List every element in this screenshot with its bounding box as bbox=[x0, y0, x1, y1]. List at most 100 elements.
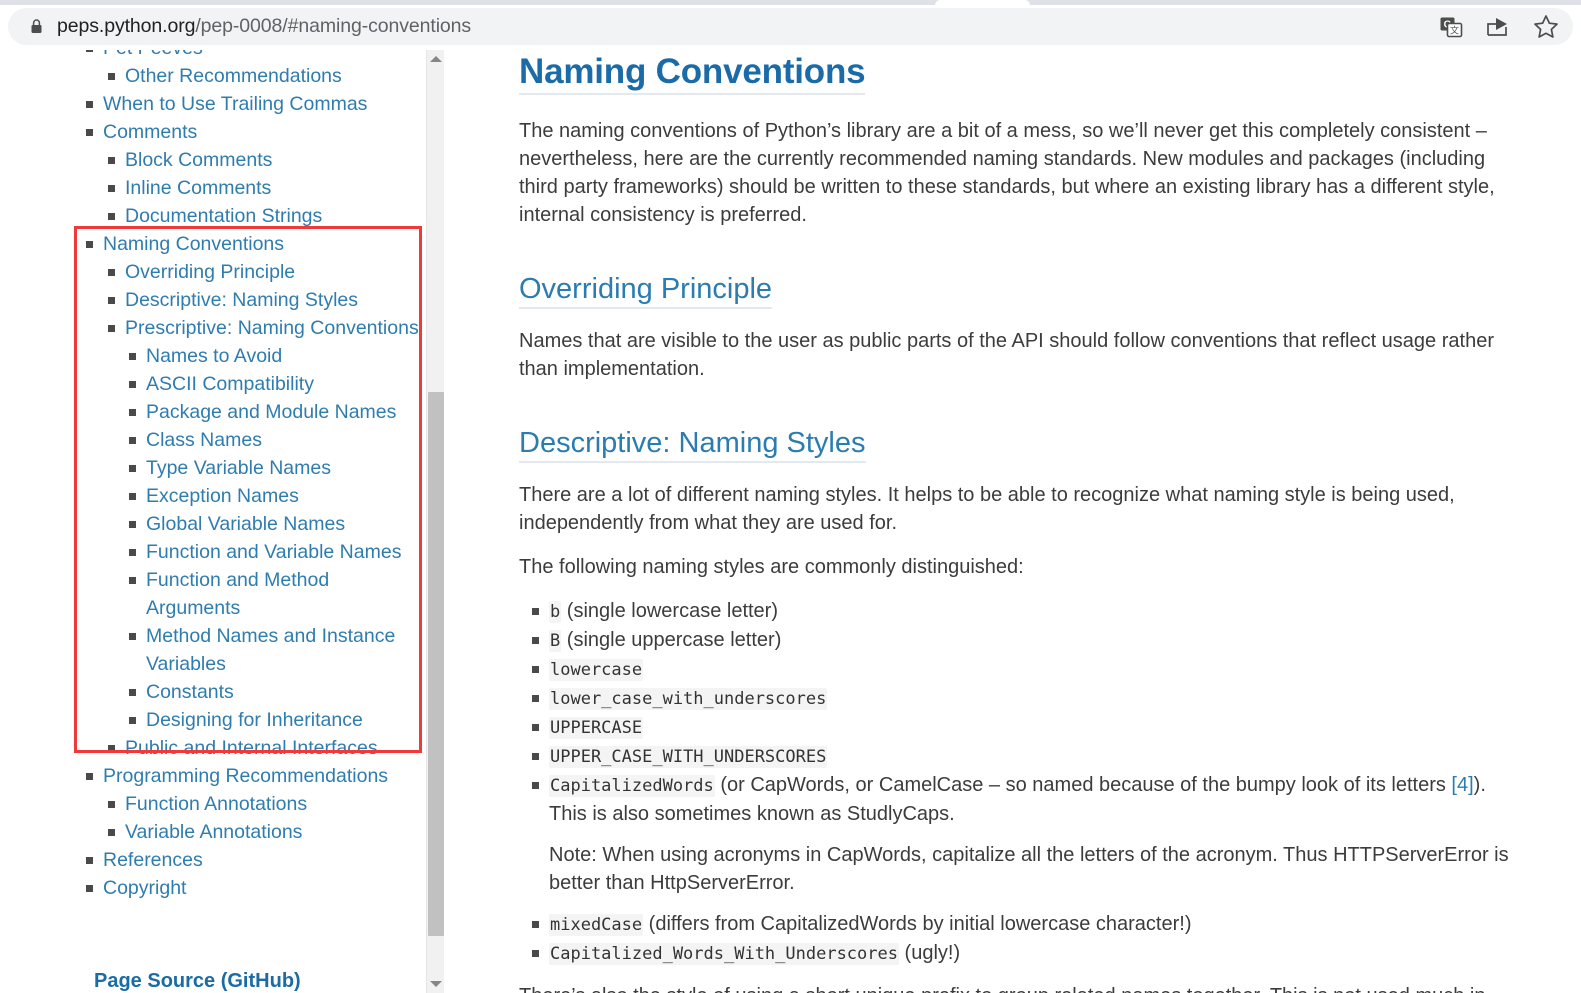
bullet-icon bbox=[108, 297, 115, 304]
scroll-up-arrow-icon[interactable] bbox=[427, 50, 445, 68]
toc-item-label[interactable]: Inline Comments bbox=[125, 174, 271, 202]
bullet-icon bbox=[129, 521, 136, 528]
bullet-icon bbox=[108, 745, 115, 752]
toc-item-label[interactable]: Class Names bbox=[146, 426, 262, 454]
lock-icon[interactable] bbox=[30, 19, 43, 34]
bullet-icon bbox=[129, 493, 136, 500]
toc-item[interactable]: Names to Avoid bbox=[129, 342, 420, 370]
toc-item-label[interactable]: Function Annotations bbox=[125, 790, 307, 818]
bullet-icon bbox=[108, 829, 115, 836]
share-icon[interactable] bbox=[1485, 15, 1511, 39]
toc-item[interactable]: References bbox=[86, 846, 420, 874]
toc-item[interactable]: Package and Module Names bbox=[129, 398, 420, 426]
bullet-icon bbox=[129, 717, 136, 724]
section-heading-overriding-principle: Overriding Principle bbox=[519, 273, 773, 309]
toc-item-label[interactable]: References bbox=[103, 846, 203, 874]
toc-item-label[interactable]: Block Comments bbox=[125, 146, 272, 174]
toc-item-label[interactable]: ASCII Compatibility bbox=[146, 370, 314, 398]
toc-item[interactable]: Variable Annotations bbox=[108, 818, 420, 846]
toc-item-label[interactable]: Type Variable Names bbox=[146, 454, 331, 482]
prefix-part-1: There’s also the style of using a short … bbox=[519, 985, 1485, 993]
scroll-down-arrow-icon[interactable] bbox=[427, 975, 445, 993]
bullet-icon bbox=[86, 885, 93, 892]
toc-item[interactable]: Method Names and Instance Variables bbox=[129, 622, 420, 678]
toc-item[interactable]: Constants bbox=[129, 678, 420, 706]
toc-item-label[interactable]: Documentation Strings bbox=[125, 202, 322, 230]
toc-item[interactable]: Exception Names bbox=[129, 482, 420, 510]
star-icon[interactable] bbox=[1533, 14, 1559, 39]
toc-item[interactable]: Descriptive: Naming Styles bbox=[108, 286, 420, 314]
toc-item-label[interactable]: Public and Internal Interfaces bbox=[125, 734, 378, 762]
toc-item-label[interactable]: Names to Avoid bbox=[146, 342, 282, 370]
style-text: (single uppercase letter) bbox=[561, 629, 782, 651]
bullet-icon bbox=[108, 213, 115, 220]
toc-item-label[interactable]: Method Names and Instance Variables bbox=[146, 622, 420, 678]
toc-item-label[interactable]: Descriptive: Naming Styles bbox=[125, 286, 358, 314]
browser-tab[interactable] bbox=[935, 0, 1030, 5]
sidebar-content-divider bbox=[445, 50, 446, 993]
toc-item-label[interactable]: Other Recommendations bbox=[125, 62, 342, 90]
toc-item[interactable]: Programming Recommendations bbox=[86, 762, 420, 790]
sidebar-scrollbar[interactable] bbox=[426, 50, 444, 993]
toc-item-label[interactable]: When to Use Trailing Commas bbox=[103, 90, 367, 118]
toc-item-label[interactable]: Variable Annotations bbox=[125, 818, 302, 846]
toc-item[interactable]: Pet Peeves bbox=[86, 50, 420, 62]
style-text: (single lowercase letter) bbox=[561, 600, 778, 622]
toc-item-label[interactable]: Function and Method Arguments bbox=[146, 566, 420, 622]
toc-item-label[interactable]: Naming Conventions bbox=[103, 230, 284, 258]
url-text[interactable]: peps.python.org/pep-0008/#naming-convent… bbox=[57, 15, 1439, 38]
bullet-icon bbox=[108, 73, 115, 80]
toc-item[interactable]: Class Names bbox=[129, 426, 420, 454]
toc-item[interactable]: Function and Variable Names bbox=[129, 538, 420, 566]
toc-item-label[interactable]: Designing for Inheritance bbox=[146, 706, 363, 734]
toc-item[interactable]: Documentation Strings bbox=[108, 202, 420, 230]
toc-item-label[interactable]: Constants bbox=[146, 678, 234, 706]
bullet-icon bbox=[86, 129, 93, 136]
toc-item[interactable]: Function Annotations bbox=[108, 790, 420, 818]
toc-item[interactable]: Public and Internal Interfaces bbox=[108, 734, 420, 762]
style-code: B bbox=[549, 630, 562, 652]
toc-item-label[interactable]: Pet Peeves bbox=[103, 50, 203, 62]
scrollbar-thumb[interactable] bbox=[428, 392, 444, 936]
toc-item[interactable]: Naming Conventions bbox=[86, 230, 420, 258]
page-source-github-link[interactable]: Page Source (GitHub) bbox=[94, 970, 301, 993]
section-heading-descriptive-naming-styles: Descriptive: Naming Styles bbox=[519, 427, 866, 463]
translate-icon[interactable]: G 文 bbox=[1439, 15, 1463, 39]
toc-item-label[interactable]: Overriding Principle bbox=[125, 258, 295, 286]
toc-item[interactable]: Overriding Principle bbox=[108, 258, 420, 286]
style-code: CapitalizedWords bbox=[549, 775, 715, 797]
toc-item[interactable]: Block Comments bbox=[108, 146, 420, 174]
address-bar[interactable]: peps.python.org/pep-0008/#naming-convent… bbox=[8, 8, 1573, 45]
toc-item-label[interactable]: Copyright bbox=[103, 874, 186, 902]
bullet-icon bbox=[129, 577, 136, 584]
toc-item-label[interactable]: Prescriptive: Naming Conventions bbox=[125, 314, 419, 342]
bullet-icon bbox=[108, 801, 115, 808]
toc-item[interactable]: Function and Method Arguments bbox=[129, 566, 420, 622]
naming-styles-list: b (single lowercase letter) B (single up… bbox=[519, 597, 1509, 968]
toc-item[interactable]: Copyright bbox=[86, 874, 420, 902]
toc-item[interactable]: Other Recommendations bbox=[108, 62, 420, 90]
toc-item-label[interactable]: Exception Names bbox=[146, 482, 299, 510]
footnote-ref-link[interactable]: [4] bbox=[1451, 774, 1473, 796]
toc-item[interactable]: When to Use Trailing Commas bbox=[86, 90, 420, 118]
bullet-icon bbox=[86, 101, 93, 108]
toc-item[interactable]: ASCII Compatibility bbox=[129, 370, 420, 398]
bullet-icon bbox=[129, 465, 136, 472]
toc-item-label[interactable]: Comments bbox=[103, 118, 197, 146]
toc-item-label[interactable]: Function and Variable Names bbox=[146, 538, 401, 566]
bullet-icon bbox=[86, 773, 93, 780]
list-item-mixed-case: mixedCase (differs from CapitalizedWords… bbox=[519, 910, 1509, 939]
toc-item[interactable]: Type Variable Names bbox=[129, 454, 420, 482]
toc-item[interactable]: Global Variable Names bbox=[129, 510, 420, 538]
toc-item[interactable]: Prescriptive: Naming Conventions bbox=[108, 314, 420, 342]
toc-item-label[interactable]: Programming Recommendations bbox=[103, 762, 388, 790]
descriptive-paragraph-2: The following naming styles are commonly… bbox=[519, 556, 1024, 578]
overriding-principle-paragraph: Names that are visible to the user as pu… bbox=[519, 330, 1494, 380]
toc-item-label[interactable]: Global Variable Names bbox=[146, 510, 345, 538]
toc-item[interactable]: Comments bbox=[86, 118, 420, 146]
toc-item-label[interactable]: Package and Module Names bbox=[146, 398, 396, 426]
toc-item[interactable]: Inline Comments bbox=[108, 174, 420, 202]
svg-text:文: 文 bbox=[1450, 24, 1459, 35]
toc-item[interactable]: Designing for Inheritance bbox=[129, 706, 420, 734]
list-item-capitalized-words: CapitalizedWords (or CapWords, or CamelC… bbox=[519, 771, 1509, 897]
